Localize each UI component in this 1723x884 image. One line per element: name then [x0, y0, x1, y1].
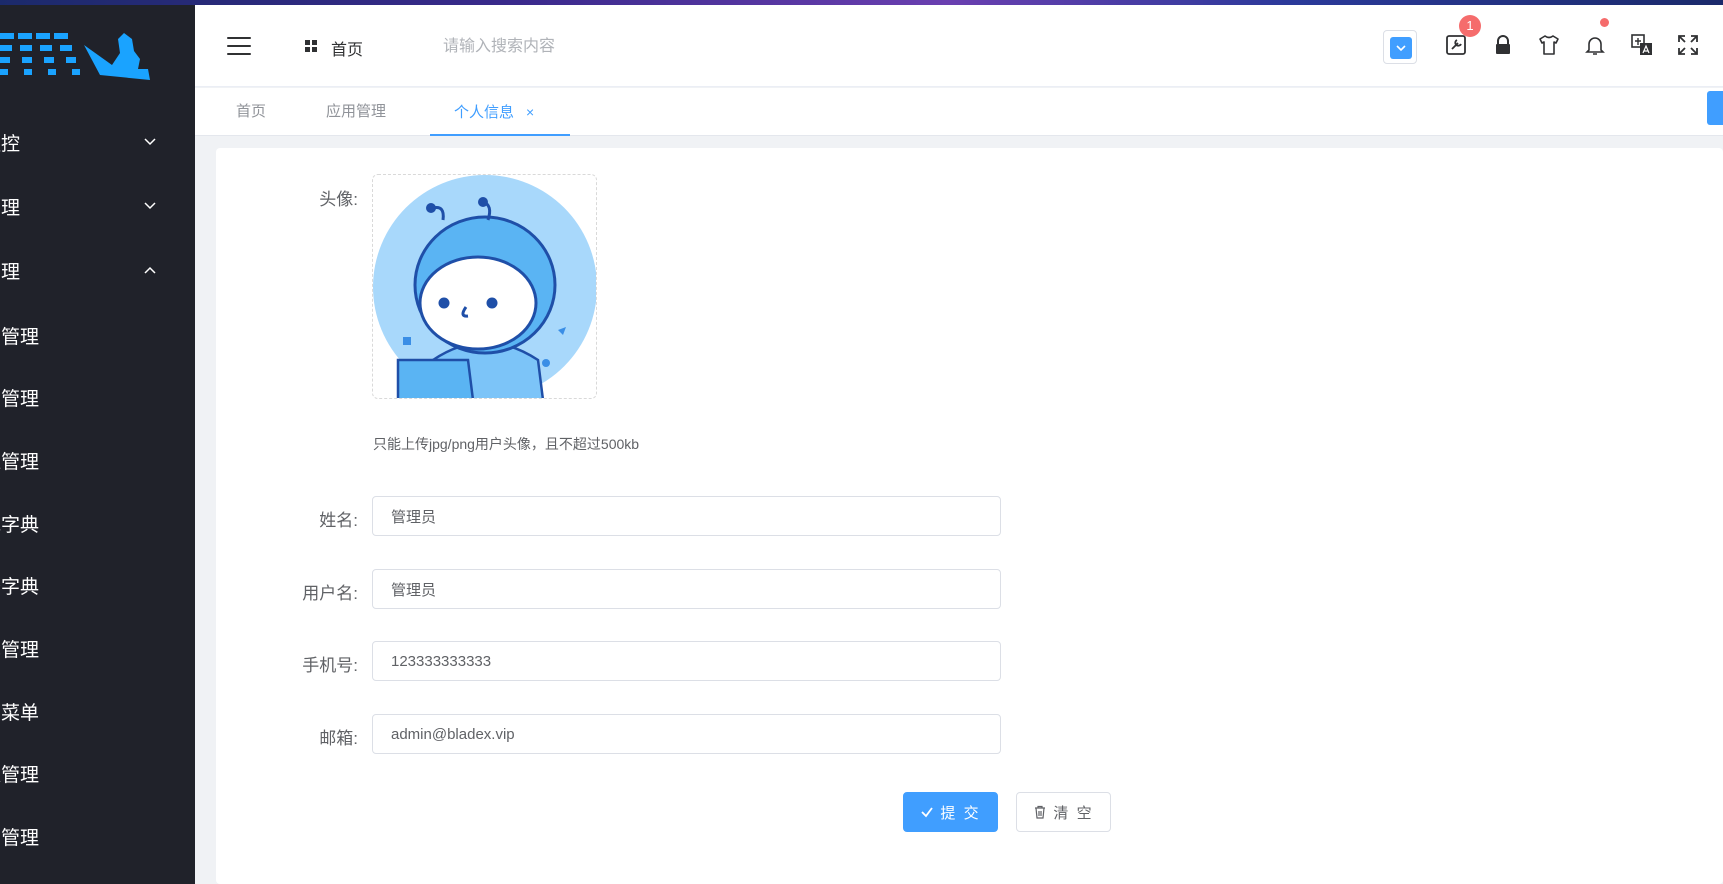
avatar-upload-tip: 只能上传jpg/png用户头像，且不超过500kb [373, 436, 640, 452]
sidebar-item-label: 部菜单 [0, 702, 40, 724]
submit-button-label: 提 交 [940, 804, 981, 822]
username-field[interactable] [372, 569, 1001, 609]
sidebar-item-management-1[interactable]: 管理 [0, 178, 195, 234]
sidebar-item-management-2[interactable]: 管理 [0, 242, 195, 298]
logo [0, 33, 150, 80]
name-label: 姓名: [319, 511, 358, 530]
sidebar-item-org-mgmt[interactable]: 构管理 [0, 369, 195, 425]
sidebar-item-label: 统字典 [0, 514, 40, 536]
sidebar-item-system-dict[interactable]: 统字典 [0, 495, 195, 551]
clear-button[interactable]: 清 空 [1016, 792, 1111, 832]
avatar [373, 175, 596, 398]
sidebar-item-label: 管理 [0, 197, 21, 219]
sidebar: 监控 管理 管理 户管理 构管理 位管理 统字典 务字典 单管理 部菜单 数管理… [0, 5, 195, 884]
select-dropdown[interactable] [1383, 30, 1417, 64]
sidebar-item-position-mgmt[interactable]: 位管理 [0, 432, 195, 488]
email-field[interactable] [372, 714, 1001, 754]
name-field[interactable] [372, 496, 1001, 536]
sidebar-item-user-mgmt[interactable]: 户管理 [0, 307, 195, 363]
avatar-label: 头像: [319, 190, 358, 209]
chevron-down-icon [1390, 37, 1412, 59]
top-header: 首页 1 [195, 5, 1723, 87]
sidebar-item-monitor[interactable]: 监控 [0, 114, 195, 170]
username-label: 用户名: [302, 584, 358, 603]
sidebar-item-menu-mgmt[interactable]: 单管理 [0, 620, 195, 676]
sidebar-item-label: 管理 [0, 261, 21, 283]
trash-icon [1035, 805, 1046, 819]
bell-dot [1600, 18, 1609, 27]
tab-menu-button[interactable] [1707, 91, 1723, 125]
theme-shirt-icon[interactable] [1536, 32, 1562, 58]
tab-bar: 首页 应用管理 个人信息 × [195, 88, 1723, 136]
close-icon[interactable]: × [526, 104, 534, 120]
search-input[interactable] [443, 31, 773, 63]
grid-icon [305, 40, 317, 52]
notification-badge: 1 [1459, 15, 1481, 37]
sidebar-item-top-menu[interactable]: 部菜单 [0, 683, 195, 739]
bell-icon[interactable] [1582, 32, 1608, 58]
submit-button[interactable]: 提 交 [903, 792, 998, 832]
translate-icon[interactable] [1629, 32, 1655, 58]
home-link[interactable]: 首页 [331, 36, 363, 60]
fullscreen-icon[interactable] [1675, 32, 1701, 58]
sidebar-item-label: 数管理 [0, 764, 40, 786]
sidebar-item-label: 位管理 [0, 451, 40, 473]
tab-label: 个人信息 [454, 104, 515, 121]
avatar-upload[interactable] [372, 174, 597, 399]
chevron-down-icon [144, 202, 156, 210]
sidebar-item-tenant-mgmt[interactable]: 户管理 [0, 808, 195, 864]
email-label: 邮箱: [319, 729, 358, 748]
sidebar-item-label: 监控 [0, 133, 21, 155]
tab-label: 首页 [236, 103, 267, 120]
check-icon [921, 807, 934, 818]
sidebar-item-param-mgmt[interactable]: 数管理 [0, 745, 195, 801]
chevron-down-icon [144, 138, 156, 146]
chevron-up-icon [144, 266, 156, 274]
sidebar-item-business-dict[interactable]: 务字典 [0, 557, 195, 613]
phone-label: 手机号: [302, 656, 358, 675]
clear-button-label: 清 空 [1053, 804, 1094, 822]
tab-label: 应用管理 [326, 103, 387, 120]
tab-profile[interactable]: 个人信息 × [430, 88, 570, 136]
sidebar-item-label: 户管理 [0, 326, 40, 348]
tab-home[interactable]: 首页 [236, 88, 266, 136]
lock-icon[interactable] [1490, 32, 1516, 58]
sidebar-item-label: 务字典 [0, 576, 40, 598]
sidebar-item-label: 户管理 [0, 827, 40, 849]
phone-field[interactable] [372, 641, 1001, 681]
menu-icon[interactable] [227, 37, 251, 55]
sidebar-item-label: 单管理 [0, 639, 40, 661]
sidebar-item-label: 构管理 [0, 388, 40, 410]
tab-app-management[interactable]: 应用管理 [326, 88, 386, 136]
